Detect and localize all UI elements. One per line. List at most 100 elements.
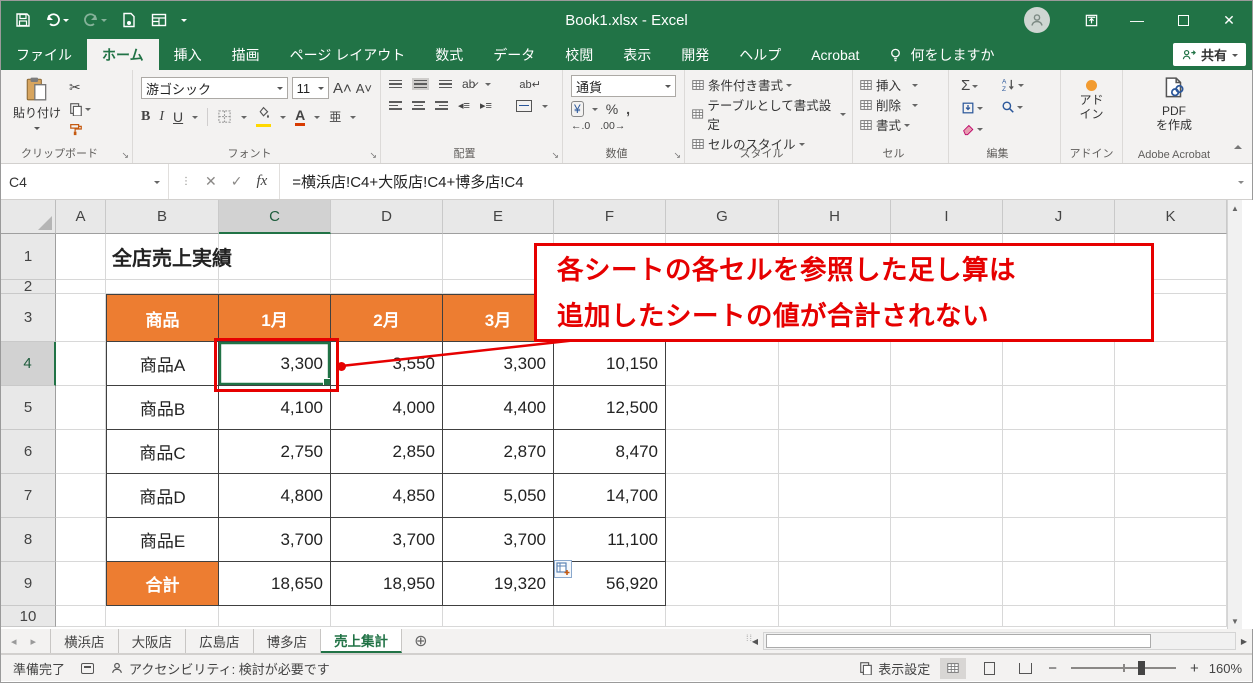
cell-E9[interactable]: 19,320: [443, 562, 554, 606]
cell-A1[interactable]: [56, 234, 106, 280]
sheet-tab-売上集計[interactable]: 売上集計: [321, 629, 402, 653]
cell-G8[interactable]: [666, 518, 779, 562]
cell-K8[interactable]: [1115, 518, 1227, 562]
cut-button[interactable]: ✂: [67, 78, 93, 97]
cell-K6[interactable]: [1115, 430, 1227, 474]
macro-record-icon[interactable]: [81, 663, 94, 674]
increase-decimal-button[interactable]: ←.0: [571, 120, 590, 132]
cell-F7[interactable]: 14,700: [554, 474, 666, 518]
cell-B7[interactable]: 商品D: [106, 474, 219, 518]
autosum-button[interactable]: Σ: [959, 76, 985, 95]
sort-filter-button[interactable]: [999, 76, 1026, 93]
align-top-button[interactable]: [389, 80, 402, 89]
phonetic-guide-button[interactable]: 亜: [329, 108, 341, 125]
italic-button[interactable]: I: [159, 109, 164, 125]
column-header-H[interactable]: H: [779, 200, 891, 234]
cell-G7[interactable]: [666, 474, 779, 518]
cell-B1[interactable]: 全店売上実績: [106, 234, 219, 280]
cell-H6[interactable]: [779, 430, 891, 474]
row-header-7[interactable]: 7: [1, 474, 56, 518]
cell-G10[interactable]: [666, 606, 779, 627]
cell-F10[interactable]: [554, 606, 666, 627]
ribbon-tab-開発[interactable]: 開発: [666, 39, 724, 70]
currency-format-button[interactable]: ¥: [571, 101, 584, 117]
ribbon-display-options-icon[interactable]: [1068, 1, 1114, 39]
create-pdf-button[interactable]: PDFを作成: [1129, 74, 1219, 135]
undo-icon[interactable]: [45, 12, 69, 28]
row-header-8[interactable]: 8: [1, 518, 56, 562]
new-sheet-button[interactable]: ⊕: [402, 629, 439, 653]
tell-me-box[interactable]: 何をしますか: [874, 39, 1008, 70]
column-header-K[interactable]: K: [1115, 200, 1227, 234]
normal-view-button[interactable]: [940, 658, 966, 679]
minimize-button[interactable]: —: [1114, 1, 1160, 39]
scroll-down-icon[interactable]: ▼: [1228, 613, 1242, 629]
name-box[interactable]: C4: [1, 164, 169, 199]
cell-F4[interactable]: 10,150: [554, 342, 666, 386]
font-dialog-launcher[interactable]: ↘: [369, 150, 377, 161]
cell-C2[interactable]: [219, 280, 331, 294]
cell-A3[interactable]: [56, 294, 106, 342]
cell-I8[interactable]: [891, 518, 1003, 562]
cell-D9[interactable]: 18,950: [331, 562, 443, 606]
cell-D6[interactable]: 2,850: [331, 430, 443, 474]
clear-button[interactable]: [959, 121, 985, 137]
close-button[interactable]: ✕: [1206, 1, 1252, 39]
sheet-tab-広島店[interactable]: 広島店: [186, 629, 254, 653]
cell-D7[interactable]: 4,850: [331, 474, 443, 518]
page-layout-view-button[interactable]: [976, 658, 1002, 679]
cell-D10[interactable]: [331, 606, 443, 627]
row-header-6[interactable]: 6: [1, 430, 56, 474]
cell-C1[interactable]: [219, 234, 331, 280]
cell-I6[interactable]: [891, 430, 1003, 474]
confirm-entry-icon[interactable]: ✓: [231, 173, 243, 190]
conditional-formatting-button[interactable]: 条件付き書式: [691, 75, 846, 94]
delete-cells-button[interactable]: 削除: [859, 95, 942, 114]
cell-H4[interactable]: [779, 342, 891, 386]
cell-D5[interactable]: 4,000: [331, 386, 443, 430]
cell-J6[interactable]: [1003, 430, 1115, 474]
cell-C3[interactable]: 1月: [219, 294, 331, 342]
ribbon-tab-ホーム[interactable]: ホーム: [87, 39, 159, 70]
cell-H5[interactable]: [779, 386, 891, 430]
format-cells-button[interactable]: 書式: [859, 115, 942, 134]
decrease-indent-button[interactable]: ◂≡: [458, 99, 470, 112]
sheet-nav-left-icon[interactable]: ◂: [11, 635, 17, 648]
font-size-select[interactable]: 11: [292, 77, 329, 99]
number-format-select[interactable]: 通貨: [571, 75, 676, 97]
underline-button[interactable]: U: [173, 109, 183, 125]
cell-D4[interactable]: 3,550: [331, 342, 443, 386]
cell-J9[interactable]: [1003, 562, 1115, 606]
decrease-decimal-button[interactable]: .00→: [600, 120, 625, 132]
font-color-button[interactable]: A: [295, 107, 305, 126]
cell-F5[interactable]: 12,500: [554, 386, 666, 430]
cell-H10[interactable]: [779, 606, 891, 627]
percent-format-button[interactable]: %: [606, 101, 618, 117]
cell-J7[interactable]: [1003, 474, 1115, 518]
cell-A9[interactable]: [56, 562, 106, 606]
row-header-9[interactable]: 9: [1, 562, 56, 606]
cell-B8[interactable]: 商品E: [106, 518, 219, 562]
cell-A4[interactable]: [56, 342, 106, 386]
cell-K10[interactable]: [1115, 606, 1227, 627]
cell-E7[interactable]: 5,050: [443, 474, 554, 518]
cell-B2[interactable]: [106, 280, 219, 294]
cell-C9[interactable]: 18,650: [219, 562, 331, 606]
wrap-text-button[interactable]: ab↵: [519, 78, 540, 91]
cell-D3[interactable]: 2月: [331, 294, 443, 342]
cell-E10[interactable]: [443, 606, 554, 627]
row-header-10[interactable]: 10: [1, 606, 56, 627]
export-document-icon[interactable]: [121, 12, 137, 28]
ribbon-tab-データ[interactable]: データ: [478, 39, 550, 70]
collapse-ribbon-icon[interactable]: [1234, 141, 1242, 159]
cell-D8[interactable]: 3,700: [331, 518, 443, 562]
align-bottom-button[interactable]: [439, 80, 452, 89]
cell-G9[interactable]: [666, 562, 779, 606]
save-icon[interactable]: [15, 12, 31, 28]
column-header-G[interactable]: G: [666, 200, 779, 234]
column-header-F[interactable]: F: [554, 200, 666, 234]
column-header-E[interactable]: E: [443, 200, 554, 234]
clipboard-dialog-launcher[interactable]: ↘: [121, 150, 129, 161]
scroll-up-icon[interactable]: ▲: [1228, 200, 1242, 216]
name-box-caret-icon[interactable]: [154, 181, 160, 187]
